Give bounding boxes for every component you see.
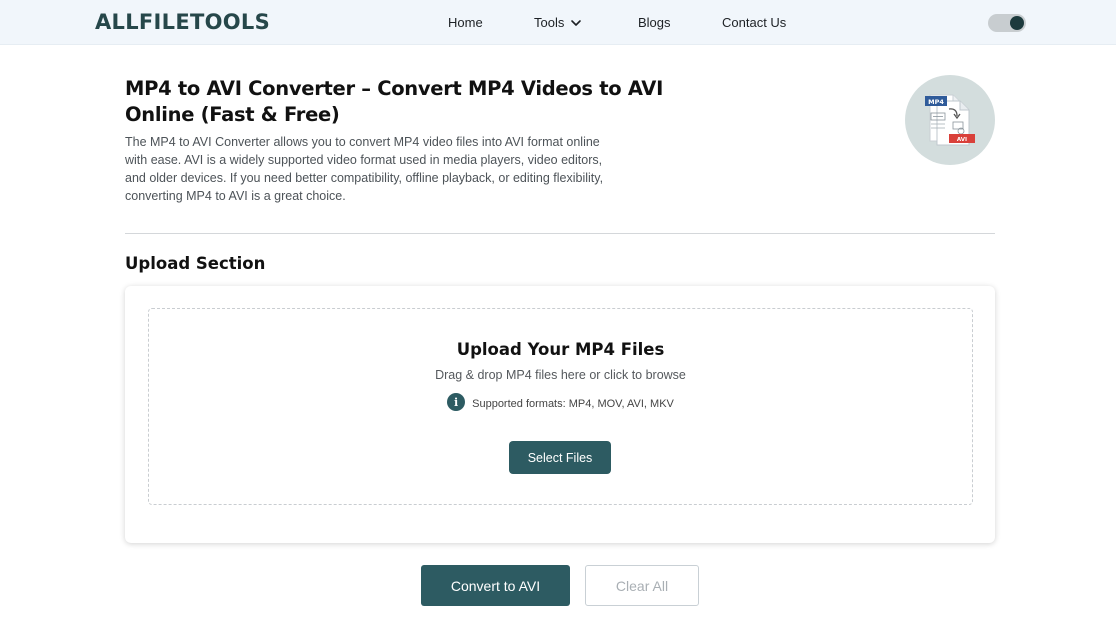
upload-section-title: Upload Section [125,254,266,273]
upload-card: Upload Your MP4 Files Drag & drop MP4 fi… [125,286,995,543]
converter-illustration: MP4 AVI [905,75,995,165]
nav-home-link[interactable]: Home [448,15,483,30]
upload-instructions: Drag & drop MP4 files here or click to b… [435,368,686,382]
supported-formats: i Supported formats: MP4, MOV, AVI, MKV [149,393,972,411]
svg-text:AVI: AVI [957,137,967,143]
file-convert-icon: MP4 AVI [925,94,975,146]
file-dropzone[interactable]: Upload Your MP4 Files Drag & drop MP4 fi… [148,308,973,505]
upload-title: Upload Your MP4 Files [456,340,665,359]
nav-tools-dropdown[interactable]: Tools [534,15,582,30]
section-divider [125,233,995,234]
convert-button[interactable]: Convert to AVI [421,565,570,606]
nav-contact-link[interactable]: Contact Us [722,15,786,30]
site-logo[interactable]: ALLFILETOOLS [95,10,270,34]
theme-toggle[interactable] [988,14,1026,32]
nav-tools-label: Tools [534,15,565,30]
svg-text:MP4: MP4 [928,98,944,106]
page-title: MP4 to AVI Converter – Convert MP4 Video… [125,77,664,126]
page-description: The MP4 to AVI Converter allows you to c… [125,135,604,203]
chevron-down-icon [571,19,582,26]
select-files-button[interactable]: Select Files [509,441,611,474]
toggle-knob [1010,16,1024,30]
supported-formats-text: Supported formats: MP4, MOV, AVI, MKV [472,398,674,410]
top-navbar: ALLFILETOOLS Home Tools Blogs Contact Us [0,0,1116,45]
nav-blogs-link[interactable]: Blogs [638,15,671,30]
info-icon: i [447,393,466,411]
clear-all-button[interactable]: Clear All [585,565,699,606]
